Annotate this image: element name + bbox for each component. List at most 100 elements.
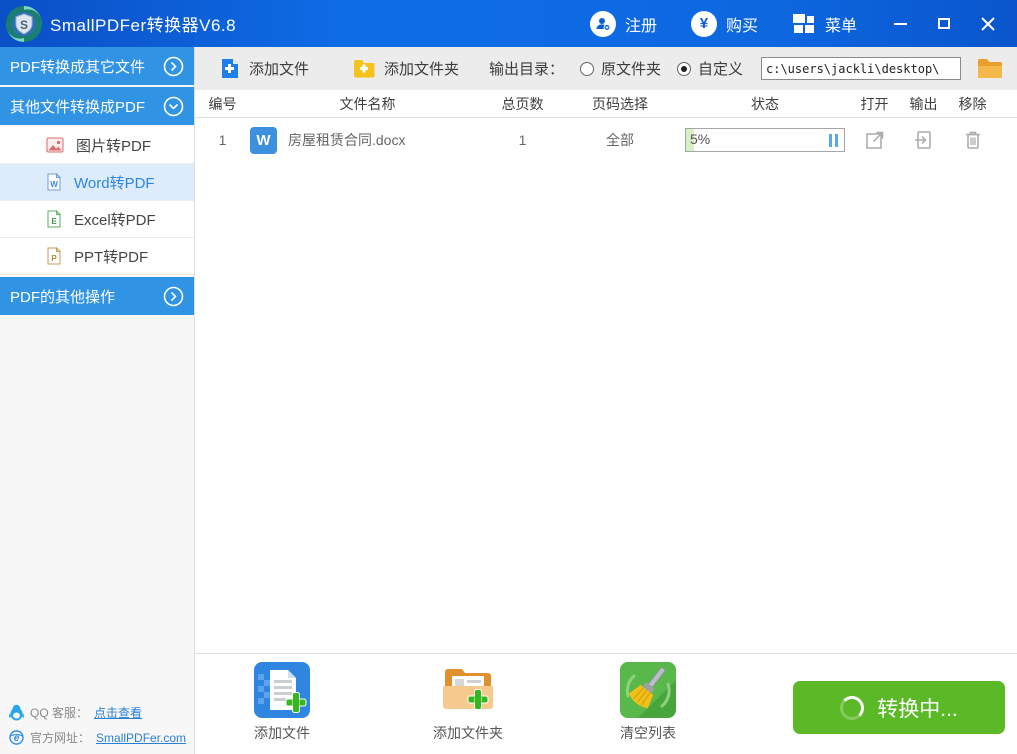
register-label: 注册	[625, 12, 657, 36]
row-filename: 房屋租赁合同.docx	[288, 130, 405, 150]
add-folder-big-button[interactable]: 添加文件夹	[423, 662, 513, 743]
minimize-icon	[894, 23, 907, 25]
sidebar-section-other-to-pdf[interactable]: 其他文件转换成PDF	[0, 87, 194, 125]
open-file-button[interactable]	[864, 129, 886, 151]
header-output: 输出	[899, 94, 948, 114]
register-button[interactable]: 注册	[590, 11, 657, 37]
sidebar-empty-area	[0, 317, 194, 754]
sidebar-item-excel-to-pdf[interactable]: E Excel转PDF	[0, 201, 194, 238]
progress-bar: 5%	[685, 128, 845, 152]
spinner-icon	[840, 696, 864, 720]
add-file-big-label: 添加文件	[254, 723, 310, 743]
pause-icon[interactable]	[829, 134, 838, 147]
qq-link[interactable]: 点击查看	[94, 704, 142, 721]
app-window: S SmallPDFer转换器V6.8 注册 ¥ 购买	[0, 0, 1017, 754]
svg-text:P: P	[51, 254, 57, 263]
sidebar-item-label: PPT转PDF	[74, 246, 148, 267]
radio-original-label: 原文件夹	[601, 58, 661, 79]
site-link[interactable]: SmallPDFer.com	[96, 731, 186, 745]
progress-label: 5%	[690, 131, 710, 147]
add-folder-big-icon	[440, 662, 496, 718]
output-path-input[interactable]	[761, 57, 961, 80]
add-file-label: 添加文件	[249, 58, 309, 79]
sidebar-item-ppt-to-pdf[interactable]: P PPT转PDF	[0, 238, 194, 275]
word-doc-badge: W	[250, 127, 277, 154]
add-file-big-button[interactable]: 添加文件	[237, 662, 327, 743]
qq-label: QQ 客服：	[30, 704, 88, 721]
remove-file-button[interactable]	[963, 129, 983, 151]
sidebar-item-image-to-pdf[interactable]: 图片转PDF	[0, 127, 194, 164]
open-output-button[interactable]	[913, 129, 934, 151]
header-filename: 文件名称	[250, 94, 485, 114]
menu-label: 菜单	[825, 12, 857, 36]
sidebar: PDF转换成其它文件 其他文件转换成PDF 图片转PDF W	[0, 47, 195, 754]
svg-text:W: W	[50, 180, 58, 189]
row-page-select[interactable]: 全部	[560, 130, 680, 150]
add-file-icon	[220, 58, 240, 79]
ie-browser-icon: e	[9, 730, 24, 745]
header-page-select: 页码选择	[560, 94, 680, 114]
toolbar: 添加文件 添加文件夹 输出目录： 原文件夹 自定义	[195, 47, 1017, 90]
header-index: 编号	[195, 94, 250, 114]
clear-list-big-button[interactable]: 清空列表	[603, 662, 693, 743]
browse-folder-icon	[977, 58, 1003, 79]
titlebar: S SmallPDFer转换器V6.8 注册 ¥ 购买	[0, 0, 1017, 47]
close-button[interactable]	[973, 9, 1003, 39]
clear-list-big-label: 清空列表	[620, 723, 676, 743]
convert-button[interactable]: 转换中...	[793, 681, 1005, 734]
sidebar-item-label: Word转PDF	[74, 172, 155, 193]
website-row: e 官方网址： SmallPDFer.com	[9, 729, 186, 746]
minimize-button[interactable]	[885, 9, 915, 39]
svg-text:S: S	[20, 18, 28, 32]
maximize-icon	[938, 18, 950, 29]
add-folder-icon	[353, 59, 375, 78]
user-add-icon	[590, 11, 616, 37]
svg-text:E: E	[51, 217, 57, 226]
table-header: 编号 文件名称 总页数 页码选择 状态 打开 输出 移除	[195, 90, 1017, 118]
ppt-file-icon: P	[46, 247, 62, 265]
add-file-button[interactable]: 添加文件	[220, 58, 309, 79]
maximize-button[interactable]	[929, 9, 959, 39]
sidebar-item-word-to-pdf[interactable]: W Word转PDF	[0, 164, 194, 201]
row-pages: 1	[485, 132, 560, 148]
qq-support-row: QQ 客服： 点击查看	[9, 704, 186, 721]
row-index: 1	[195, 132, 250, 148]
section-label: PDF的其他操作	[10, 286, 163, 307]
add-file-big-icon	[254, 662, 310, 718]
image-file-icon	[46, 137, 64, 153]
yuan-icon: ¥	[691, 11, 717, 37]
radio-custom-folder[interactable]: 自定义	[677, 58, 743, 79]
add-folder-button[interactable]: 添加文件夹	[353, 58, 459, 79]
buy-label: 购买	[726, 12, 758, 36]
excel-file-icon: E	[46, 210, 62, 228]
app-logo-icon: S	[4, 4, 44, 44]
sidebar-item-label: 图片转PDF	[76, 135, 151, 156]
app-title: SmallPDFer转换器V6.8	[50, 11, 236, 36]
add-folder-big-label: 添加文件夹	[433, 723, 503, 743]
open-external-icon	[864, 129, 886, 151]
header-open: 打开	[850, 94, 899, 114]
sidebar-item-label: Excel转PDF	[74, 209, 156, 230]
file-list-empty-area	[195, 162, 1017, 653]
grid-menu-icon	[792, 12, 816, 36]
main-panel: 添加文件 添加文件夹 输出目录： 原文件夹 自定义	[195, 47, 1017, 754]
convert-button-label: 转换中...	[877, 693, 958, 723]
browse-folder-button[interactable]	[977, 58, 1003, 79]
output-dir-label: 输出目录：	[489, 58, 564, 79]
sidebar-section-pdf-to-other[interactable]: PDF转换成其它文件	[0, 47, 194, 85]
app-body: PDF转换成其它文件 其他文件转换成PDF 图片转PDF W	[0, 47, 1017, 754]
buy-button[interactable]: ¥ 购买	[691, 11, 758, 37]
chevron-down-circle-icon	[163, 96, 184, 117]
output-arrow-icon	[913, 129, 934, 151]
sidebar-section-pdf-ops[interactable]: PDF的其他操作	[0, 277, 194, 315]
header-pages: 总页数	[485, 94, 560, 114]
menu-button[interactable]: 菜单	[792, 12, 857, 36]
radio-custom-circle	[677, 62, 691, 76]
chevron-right-circle-icon	[163, 56, 184, 77]
chevron-right-circle-icon	[163, 286, 184, 307]
header-status: 状态	[680, 94, 850, 114]
header-remove: 移除	[948, 94, 997, 114]
trash-icon	[963, 129, 983, 151]
radio-original-folder[interactable]: 原文件夹	[580, 58, 661, 79]
bottom-panel: 添加文件 添加文件夹	[195, 653, 1017, 754]
